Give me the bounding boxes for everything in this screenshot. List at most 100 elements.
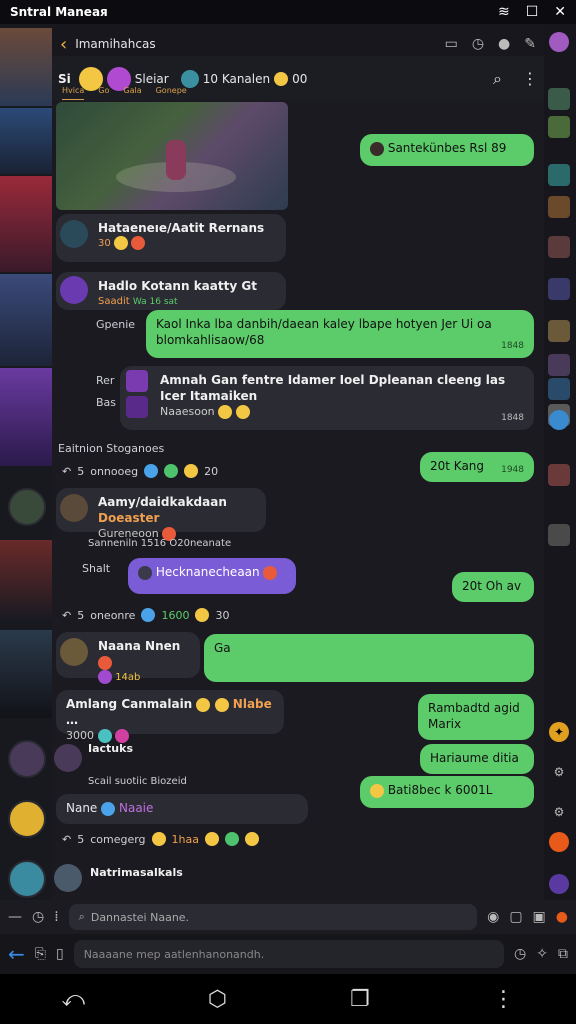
sender-name: Hataeneıe/Aatit Rernans bbox=[98, 221, 265, 235]
incoming-message[interactable]: Amnah Gan fentre Idamer Ioel Dpleanan cl… bbox=[120, 366, 534, 430]
recents-nav-icon[interactable]: ❐ bbox=[350, 987, 370, 1012]
reaction-row[interactable]: ↶ 5 onnooeg 20 bbox=[62, 464, 218, 478]
incoming-message[interactable]: Hadlo Kotann kaatty Gt Saadit Wa 16 sat bbox=[56, 272, 286, 310]
back-icon[interactable]: ‹ bbox=[60, 34, 67, 55]
sender-label: Rer bbox=[96, 374, 115, 387]
emoji-icon bbox=[274, 72, 289, 86]
emoji-icon bbox=[263, 565, 278, 580]
send-arrow-icon[interactable]: ← bbox=[8, 942, 25, 966]
copy-icon[interactable]: ⧉ bbox=[558, 946, 568, 962]
game-screenshot[interactable] bbox=[56, 102, 288, 210]
input-placeholder: Dannastei Naane. bbox=[90, 910, 190, 924]
sender-name: Nane bbox=[66, 801, 98, 815]
message-text: Rambadtd agid Marix bbox=[428, 701, 520, 731]
avatar[interactable] bbox=[8, 740, 46, 778]
sticker-icon[interactable]: ▢ bbox=[509, 909, 522, 925]
profile-icon[interactable] bbox=[549, 32, 569, 52]
outgoing-message[interactable]: 20t Kang 1948 bbox=[420, 452, 534, 482]
outgoing-message[interactable]: Santekünbes Rsl 89 bbox=[360, 134, 534, 166]
chat-area[interactable]: Santekünbes Rsl 89 Hataeneıe/Aatit Rerna… bbox=[52, 100, 544, 900]
circle-icon[interactable] bbox=[549, 874, 569, 894]
outgoing-message[interactable]: Bati8bec k 6001L bbox=[360, 776, 534, 808]
incoming-message[interactable]: Amlang Canmalain Nlabe … 3000 bbox=[56, 690, 284, 743]
thumb[interactable] bbox=[548, 116, 570, 138]
tab[interactable]: Hvica bbox=[62, 86, 85, 100]
settings-icon[interactable]: ⚙ bbox=[549, 762, 569, 782]
outgoing-message[interactable]: Hariaume ditia bbox=[420, 744, 534, 774]
thumb[interactable] bbox=[548, 354, 570, 376]
tab[interactable]: Go bbox=[98, 86, 109, 100]
reply-icon[interactable]: ↶ bbox=[62, 833, 71, 846]
avatar-tile[interactable] bbox=[0, 368, 52, 466]
header-left-label: Si bbox=[58, 72, 71, 86]
timer-icon[interactable]: ◷ bbox=[472, 36, 484, 52]
clock-icon[interactable]: ◷ bbox=[514, 946, 526, 962]
sender-label: Bas bbox=[96, 396, 117, 409]
avatar-tile[interactable] bbox=[0, 28, 52, 106]
star-icon[interactable]: ✦ bbox=[549, 722, 569, 742]
pin-icon[interactable]: ✧ bbox=[536, 946, 548, 962]
thumb[interactable] bbox=[548, 236, 570, 258]
outgoing-message[interactable]: Rambadtd agid Marix bbox=[418, 694, 534, 740]
attach-icon[interactable]: ⎘ bbox=[35, 946, 46, 962]
incoming-message[interactable]: Naana Nnen 14ab bbox=[56, 632, 200, 684]
avatar-tile[interactable] bbox=[0, 176, 52, 272]
thumb[interactable] bbox=[548, 196, 570, 218]
pen-icon[interactable]: ✎ bbox=[524, 36, 536, 52]
clock-icon[interactable]: ◷ bbox=[32, 909, 44, 925]
more-icon[interactable]: ⋮ bbox=[493, 987, 515, 1012]
tab[interactable]: Gonepe bbox=[156, 86, 187, 100]
reaction-row[interactable]: ↶ 5 comegerg 1haa bbox=[62, 832, 259, 846]
more-icon[interactable]: ⁞ bbox=[54, 909, 58, 925]
outgoing-message[interactable]: Kaol Inka lba danbih/daean kaley lbape h… bbox=[146, 310, 534, 358]
incoming-message[interactable]: Hataeneıe/Aatit Rernans 30 bbox=[56, 214, 286, 262]
incoming-message[interactable]: Aamy/daidkakdaan Doeaster Gureneoon bbox=[56, 488, 266, 541]
sender-tag: Naaie bbox=[118, 801, 154, 815]
globe-icon[interactable] bbox=[549, 410, 569, 430]
thumb[interactable] bbox=[548, 320, 570, 342]
close-icon[interactable]: ✕ bbox=[554, 4, 566, 20]
avatar-tile[interactable] bbox=[0, 540, 52, 620]
thumb[interactable] bbox=[548, 164, 570, 186]
avatar-tile[interactable] bbox=[0, 630, 52, 718]
settings-icon[interactable]: ⚙ bbox=[549, 802, 569, 822]
thumb[interactable] bbox=[548, 524, 570, 546]
outgoing-message[interactable]: 20t Oh av bbox=[452, 572, 534, 602]
search-icon: ⌕ bbox=[78, 910, 85, 923]
square-icon[interactable]: ☐ bbox=[526, 4, 539, 20]
avatar-tile[interactable] bbox=[0, 108, 52, 174]
game-hero bbox=[166, 140, 186, 180]
reaction-row[interactable]: ↶ 5 oneonre 1600 30 bbox=[62, 608, 229, 622]
thumb[interactable] bbox=[548, 88, 570, 110]
camera-icon[interactable]: ◉ bbox=[487, 909, 499, 925]
thumb[interactable] bbox=[548, 378, 570, 400]
message-sub: 30 bbox=[98, 236, 276, 252]
secondary-input[interactable]: Naaaane mep aatlenhanonandh. bbox=[73, 940, 505, 968]
thumb[interactable] bbox=[548, 464, 570, 486]
avatar-tile[interactable] bbox=[0, 274, 52, 366]
reply-icon[interactable]: ↶ bbox=[62, 465, 71, 478]
back-nav-icon[interactable]: ⤺ bbox=[61, 987, 85, 1012]
profile-icon[interactable]: ● bbox=[498, 36, 510, 52]
system-navbar: ⤺ ⬡ ❐ ⋮ bbox=[0, 974, 576, 1024]
avatar[interactable] bbox=[8, 488, 46, 526]
home-nav-icon[interactable]: ⬡ bbox=[208, 987, 227, 1012]
record-icon[interactable] bbox=[549, 832, 569, 852]
emoji-icon bbox=[184, 464, 199, 478]
incoming-message[interactable]: Nane Naaie bbox=[56, 794, 308, 824]
highlight-message[interactable]: Hecknanecheaan bbox=[128, 558, 296, 594]
avatar[interactable] bbox=[8, 860, 46, 898]
gallery-icon[interactable]: ▣ bbox=[533, 909, 546, 925]
tab[interactable]: Gala bbox=[123, 86, 141, 100]
chip-label: Sleiar bbox=[134, 72, 169, 86]
menu-icon[interactable]: — bbox=[8, 909, 22, 925]
avatar[interactable] bbox=[8, 800, 46, 838]
input-placeholder: Naaaane mep aatlenhanonandh. bbox=[83, 947, 265, 961]
reply-icon[interactable]: ↶ bbox=[62, 609, 71, 622]
message-input[interactable]: ⌕ Dannastei Naane. bbox=[68, 904, 478, 930]
cast-icon[interactable]: ▭ bbox=[445, 36, 458, 52]
outgoing-message[interactable]: Ga bbox=[204, 634, 534, 682]
record-icon[interactable]: ● bbox=[556, 909, 568, 925]
message-text: Hariaume ditia bbox=[430, 751, 519, 765]
thumb[interactable] bbox=[548, 278, 570, 300]
